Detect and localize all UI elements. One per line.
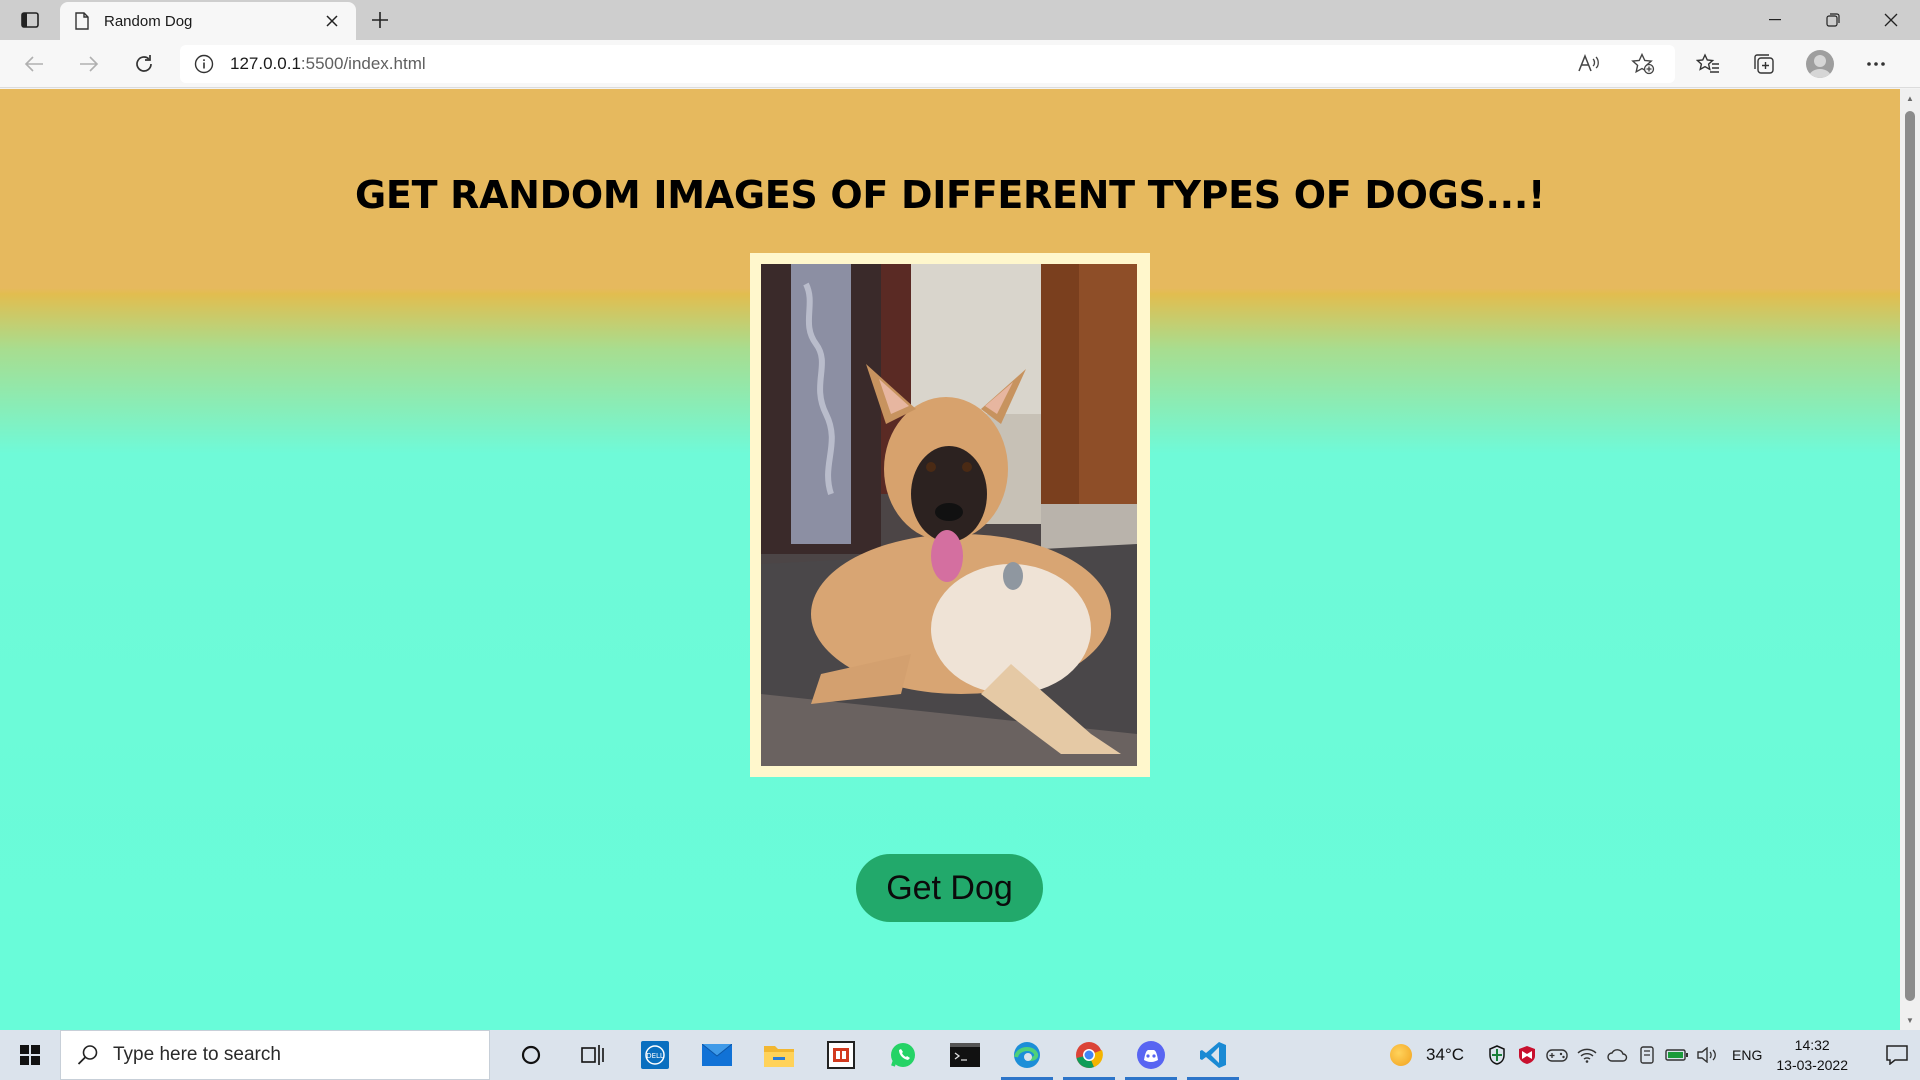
get-dog-button[interactable]: Get Dog	[856, 854, 1043, 922]
mcafee-icon[interactable]	[1512, 1030, 1542, 1080]
temperature: 34°C	[1426, 1045, 1465, 1064]
close-icon[interactable]	[320, 9, 344, 33]
cortana-icon[interactable]	[500, 1030, 562, 1080]
windows-start-icon[interactable]	[0, 1030, 60, 1080]
more-icon[interactable]	[1848, 46, 1904, 82]
refresh-icon[interactable]	[127, 48, 161, 80]
file-explorer-icon[interactable]	[748, 1030, 810, 1080]
discord-icon[interactable]	[1120, 1030, 1182, 1080]
forward-arrow-icon[interactable]	[72, 48, 106, 80]
page-icon	[75, 12, 89, 30]
onedrive-icon[interactable]	[1602, 1030, 1632, 1080]
add-favorite-icon[interactable]	[1625, 49, 1661, 79]
plus-icon[interactable]	[365, 5, 395, 35]
toolbar-right	[1680, 46, 1904, 82]
security-shield-icon[interactable]	[1482, 1030, 1512, 1080]
search-placeholder: Type here to search	[113, 1044, 281, 1065]
url-path: :5500/index.html	[300, 54, 426, 73]
system-tray: 34°C ENG 14:32 13-03-2022	[1390, 1030, 1920, 1080]
gamepad-icon[interactable]	[1542, 1030, 1572, 1080]
terminal-icon[interactable]	[934, 1030, 996, 1080]
url-text[interactable]: 127.0.0.1:5500/index.html	[230, 54, 1553, 74]
page-title: GET RANDOM IMAGES OF DIFFERENT TYPES OF …	[355, 173, 1545, 217]
scroll-thumb[interactable]	[1905, 111, 1915, 1001]
collections-icon[interactable]	[1736, 46, 1792, 82]
dell-icon[interactable]: DELL	[624, 1030, 686, 1080]
scroll-down-icon[interactable]: ▼	[1905, 1015, 1915, 1025]
title-bar: Random Dog	[0, 0, 1920, 40]
whatsapp-icon[interactable]	[872, 1030, 934, 1080]
favorites-icon[interactable]	[1680, 46, 1736, 82]
vscode-icon[interactable]	[1182, 1030, 1244, 1080]
taskbar-apps: DELL	[500, 1030, 1244, 1080]
page-viewport: GET RANDOM IMAGES OF DIFFERENT TYPES OF …	[0, 89, 1900, 1030]
device-icon[interactable]	[1632, 1030, 1662, 1080]
edge-icon[interactable]	[996, 1030, 1058, 1080]
office-icon[interactable]	[810, 1030, 872, 1080]
browser-tab[interactable]: Random Dog	[60, 2, 356, 40]
scroll-up-icon[interactable]: ▲	[1905, 93, 1915, 103]
search-icon	[77, 1045, 98, 1065]
url-host: 127.0.0.1	[230, 54, 301, 73]
chrome-icon[interactable]	[1058, 1030, 1120, 1080]
taskbar-search-box[interactable]: Type here to search	[60, 1030, 490, 1080]
profile-avatar-icon[interactable]	[1792, 46, 1848, 82]
dog-image-frame	[750, 253, 1150, 777]
language-indicator[interactable]: ENG	[1732, 1047, 1762, 1063]
tab-title: Random Dog	[104, 12, 193, 30]
back-arrow-icon[interactable]	[17, 48, 51, 80]
weather-sun-icon	[1390, 1044, 1413, 1066]
info-icon[interactable]	[194, 54, 214, 74]
windows-taskbar: Type here to search DELL 34°C ENG 14:32 …	[0, 1030, 1920, 1080]
clock-date: 13-03-2022	[1776, 1057, 1848, 1073]
close-window-icon[interactable]	[1862, 0, 1920, 40]
window-controls	[1746, 0, 1920, 40]
browser-toolbar: 127.0.0.1:5500/index.html	[0, 40, 1920, 88]
dog-image	[761, 264, 1137, 766]
task-view-icon[interactable]	[562, 1030, 624, 1080]
volume-icon[interactable]	[1692, 1030, 1722, 1080]
svg-text:DELL: DELL	[646, 1052, 664, 1060]
battery-icon[interactable]	[1662, 1030, 1692, 1080]
read-aloud-icon[interactable]	[1571, 49, 1607, 79]
address-bar[interactable]: 127.0.0.1:5500/index.html	[180, 45, 1675, 83]
system-clock[interactable]: 14:32 13-03-2022	[1776, 1035, 1848, 1075]
mail-icon[interactable]	[686, 1030, 748, 1080]
clock-time: 14:32	[1794, 1037, 1830, 1053]
wifi-icon[interactable]	[1572, 1030, 1602, 1080]
weather-widget[interactable]: 34°C	[1390, 1044, 1464, 1066]
tab-actions-icon[interactable]	[12, 6, 48, 34]
minimize-icon[interactable]	[1746, 0, 1804, 40]
page-scrollbar[interactable]: ▲ ▼	[1900, 89, 1920, 1030]
notification-icon[interactable]	[1874, 1030, 1920, 1080]
restore-icon[interactable]	[1804, 0, 1862, 40]
